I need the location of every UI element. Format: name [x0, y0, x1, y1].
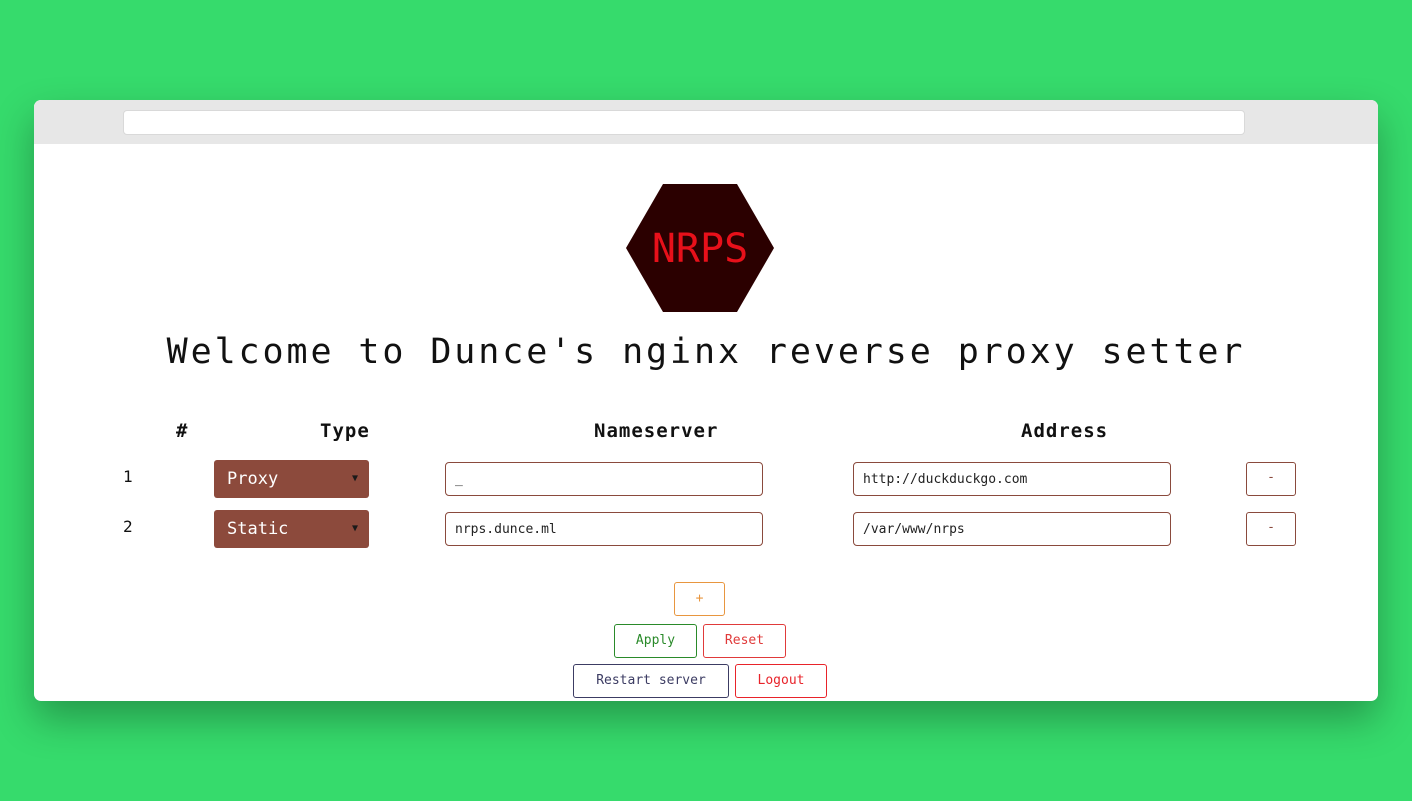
logo-text: NRPS [652, 226, 748, 272]
remove-row-button[interactable]: - [1246, 462, 1296, 496]
column-header-type: Type [320, 420, 370, 442]
type-select[interactable]: Proxy ▼ [214, 460, 369, 498]
page-title: Welcome to Dunce's nginx reverse proxy s… [166, 332, 1246, 372]
caret-down-icon: ▼ [351, 473, 358, 484]
nameserver-input[interactable] [445, 512, 763, 546]
add-row-button[interactable]: + [674, 582, 725, 616]
caret-down-icon: ▼ [351, 523, 358, 534]
address-bar[interactable] [123, 110, 1245, 135]
row-number: 2 [123, 517, 133, 536]
row-number: 1 [123, 467, 133, 486]
type-select-value: Static [227, 519, 289, 539]
browser-window: NRPS Welcome to Dunce's nginx reverse pr… [34, 100, 1378, 701]
address-input[interactable] [853, 512, 1171, 546]
nrps-logo: NRPS [626, 184, 774, 312]
address-input[interactable] [853, 462, 1171, 496]
column-header-address: Address [1021, 420, 1109, 442]
reset-button[interactable]: Reset [703, 624, 786, 658]
browser-titlebar [34, 100, 1378, 144]
type-select[interactable]: Static ▼ [214, 510, 369, 548]
logout-button[interactable]: Logout [735, 664, 827, 698]
type-select-value: Proxy [227, 469, 279, 489]
nameserver-input[interactable] [445, 462, 763, 496]
remove-row-button[interactable]: - [1246, 512, 1296, 546]
apply-button[interactable]: Apply [614, 624, 697, 658]
column-header-number: # [176, 420, 189, 442]
restart-server-button[interactable]: Restart server [573, 664, 729, 698]
column-header-nameserver: Nameserver [594, 420, 719, 442]
